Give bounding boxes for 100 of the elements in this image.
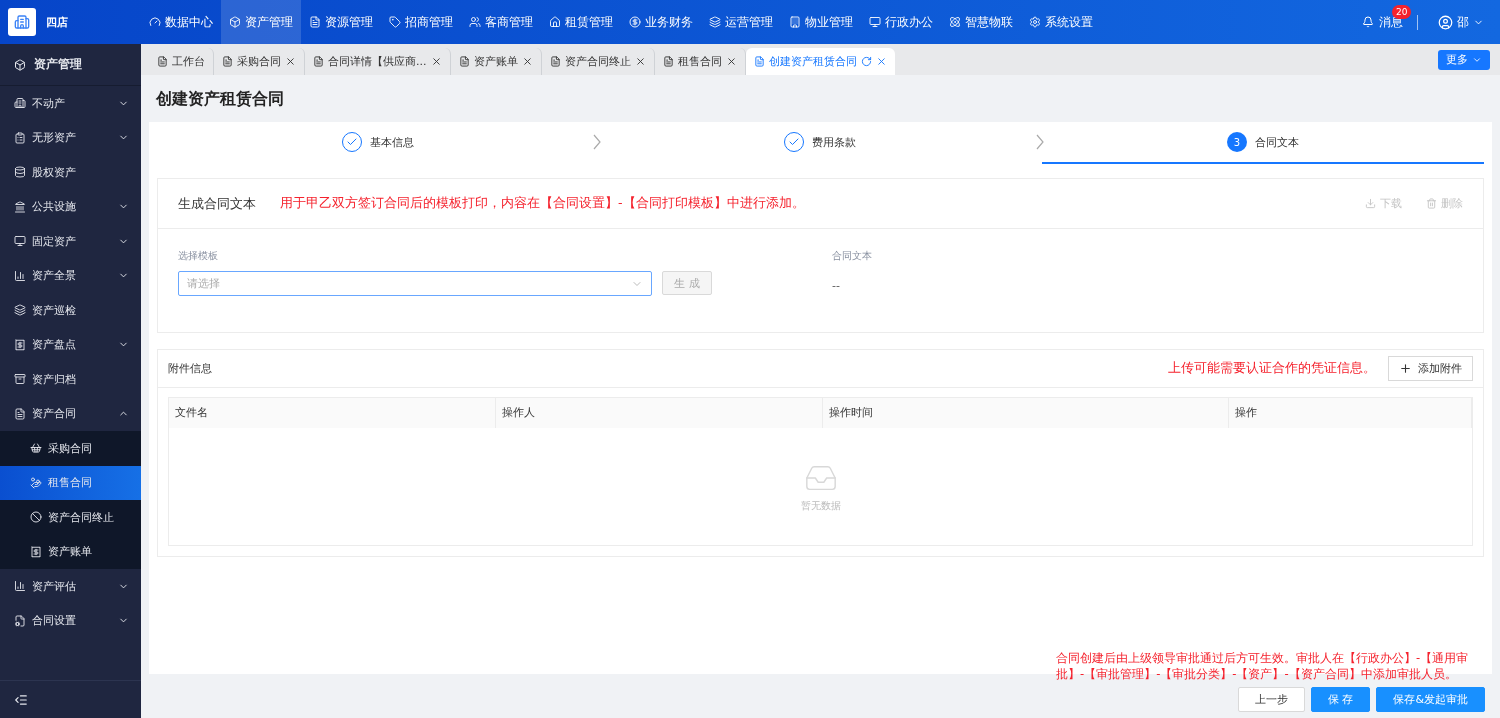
page-tab[interactable]: 资产合同终止 — [541, 48, 655, 75]
sidebar-subitem[interactable]: 资产账单 — [0, 534, 141, 569]
monitor-icon — [869, 16, 881, 28]
column-header: 操作时间 — [823, 398, 1229, 428]
download-icon — [1365, 198, 1376, 209]
page-title: 创建资产租赁合同 — [155, 88, 285, 110]
monitor-icon — [14, 235, 26, 248]
hint-text: 用于甲乙双方签订合同后的模板打印，内容在【合同设置】-【合同打印模板】中进行添加。 — [280, 195, 805, 212]
receipt-icon — [30, 545, 42, 558]
more-button[interactable]: 更多 — [1438, 49, 1490, 70]
nav-tab[interactable]: 数据中心 — [141, 0, 221, 44]
nav-tab[interactable]: 租赁管理 — [541, 0, 621, 44]
atom-icon — [949, 16, 961, 28]
close-icon[interactable] — [430, 56, 442, 67]
cube-icon — [229, 16, 241, 28]
step-label: 合同文本 — [1254, 134, 1299, 150]
sidebar-item[interactable]: 合同设置 — [0, 603, 141, 638]
building-icon — [14, 97, 26, 110]
basket-icon — [30, 442, 42, 455]
field-label: 合同文本 — [832, 249, 872, 263]
close-icon[interactable] — [875, 56, 887, 67]
close-icon[interactable] — [521, 56, 533, 67]
step-label: 费用条款 — [812, 134, 857, 150]
nav-tab[interactable]: 系统设置 — [1021, 0, 1101, 44]
sidebar-item[interactable]: 资产评估 — [0, 569, 141, 604]
coin-icon — [629, 16, 641, 28]
users-icon — [469, 16, 481, 28]
hint-text: 上传可能需要认证合作的凭证信息。 — [1168, 360, 1376, 377]
column-header: 文件名 — [169, 398, 496, 428]
section-title: 生成合同文本 — [178, 194, 256, 213]
page-tab[interactable]: 工作台 — [149, 48, 214, 75]
app-name: 四店 — [46, 14, 68, 30]
sidebar-subitem[interactable]: 资产合同终止 — [0, 500, 141, 535]
sidebar-subitem[interactable]: 采购合同 — [0, 431, 141, 466]
close-icon[interactable] — [634, 56, 646, 67]
database-icon — [14, 166, 26, 179]
nav-tab[interactable]: 业务财务 — [621, 0, 701, 44]
avatar-icon[interactable] — [1438, 14, 1453, 30]
nav-tab[interactable]: 资源管理 — [301, 0, 381, 44]
page-tab[interactable]: 资产账单 — [450, 48, 542, 75]
collapse-menu-icon[interactable] — [14, 692, 28, 707]
refresh-icon[interactable] — [860, 56, 872, 67]
archive-icon — [14, 373, 26, 386]
plus-icon — [1399, 362, 1412, 375]
close-icon[interactable] — [285, 56, 296, 67]
sidebar-item[interactable]: 资产盘点 — [0, 327, 141, 362]
field-label: 选择模板 — [178, 249, 219, 263]
page-tab[interactable]: 租售合同 — [654, 48, 746, 75]
page-tab[interactable]: 创建资产租赁合同 — [745, 48, 895, 75]
field-value: -- — [832, 279, 841, 292]
document-icon — [313, 56, 324, 67]
document-icon — [222, 56, 233, 67]
sidebar-item[interactable]: 资产归档 — [0, 362, 141, 397]
sidebar-item[interactable]: 资产全景 — [0, 258, 141, 293]
gauge-icon — [149, 16, 161, 28]
sidebar-item[interactable]: 固定资产 — [0, 224, 141, 259]
previous-step-button[interactable]: 上一步 — [1237, 687, 1305, 712]
sidebar-subitem[interactable]: 租售合同 — [0, 465, 141, 500]
bar-chart-icon — [14, 269, 26, 282]
sidebar-item[interactable]: 资产合同 — [0, 396, 141, 431]
tag-icon — [389, 16, 401, 28]
nav-tab[interactable]: 客商管理 — [461, 0, 541, 44]
nav-tab[interactable]: 招商管理 — [381, 0, 461, 44]
page-tab[interactable]: 合同详情【供应商... — [305, 48, 451, 75]
chevron-right-icon — [1035, 134, 1044, 150]
document-icon — [662, 56, 674, 67]
add-attachment-button[interactable]: 添加附件 — [1388, 356, 1473, 381]
sidebar-item[interactable]: 股权资产 — [0, 155, 141, 190]
footer-hint-text: 合同创建后由上级领导审批通过后方可生效。审批人在【行政办公】-【通用审批】-【审批管理】-【审批分类】-【资产】-【资产合同】中添加审批人员。 — [1056, 650, 1470, 682]
app-logo — [8, 8, 36, 36]
trash-icon — [1426, 198, 1437, 209]
receipt-icon — [14, 338, 26, 351]
nav-tab[interactable]: 运营管理 — [701, 0, 781, 44]
document-icon — [458, 56, 470, 67]
step-indicator: 3 — [1226, 132, 1247, 152]
sidebar-item[interactable]: 公共设施 — [0, 189, 141, 224]
clipboard-icon — [14, 131, 26, 144]
column-header: 操作人 — [496, 398, 823, 428]
close-icon[interactable] — [725, 56, 737, 67]
nav-tab[interactable]: 物业管理 — [781, 0, 861, 44]
sidebar-item[interactable]: 不动产 — [0, 86, 141, 121]
bell-icon[interactable] — [1362, 16, 1374, 28]
page-tab[interactable]: 采购合同 — [214, 48, 305, 75]
nav-tab[interactable]: 智慧物联 — [941, 0, 1021, 44]
layers-icon — [709, 16, 721, 28]
gear-icon — [1029, 16, 1041, 28]
step-label: 基本信息 — [370, 134, 415, 150]
document-gear-icon — [14, 614, 26, 627]
document-icon — [309, 16, 321, 28]
nav-tab[interactable]: 行政办公 — [861, 0, 941, 44]
bar-chart-icon — [14, 580, 26, 593]
sidebar-item[interactable]: 资产巡检 — [0, 293, 141, 328]
user-name[interactable]: 邵 — [1457, 14, 1469, 30]
document-icon — [14, 407, 26, 420]
ban-icon — [30, 511, 42, 524]
sidebar-item[interactable]: 无形资产 — [0, 120, 141, 155]
document-icon — [753, 56, 765, 67]
nav-tab[interactable]: 资产管理 — [221, 0, 301, 44]
section-title: 附件信息 — [168, 361, 212, 376]
house-icon — [549, 16, 561, 28]
